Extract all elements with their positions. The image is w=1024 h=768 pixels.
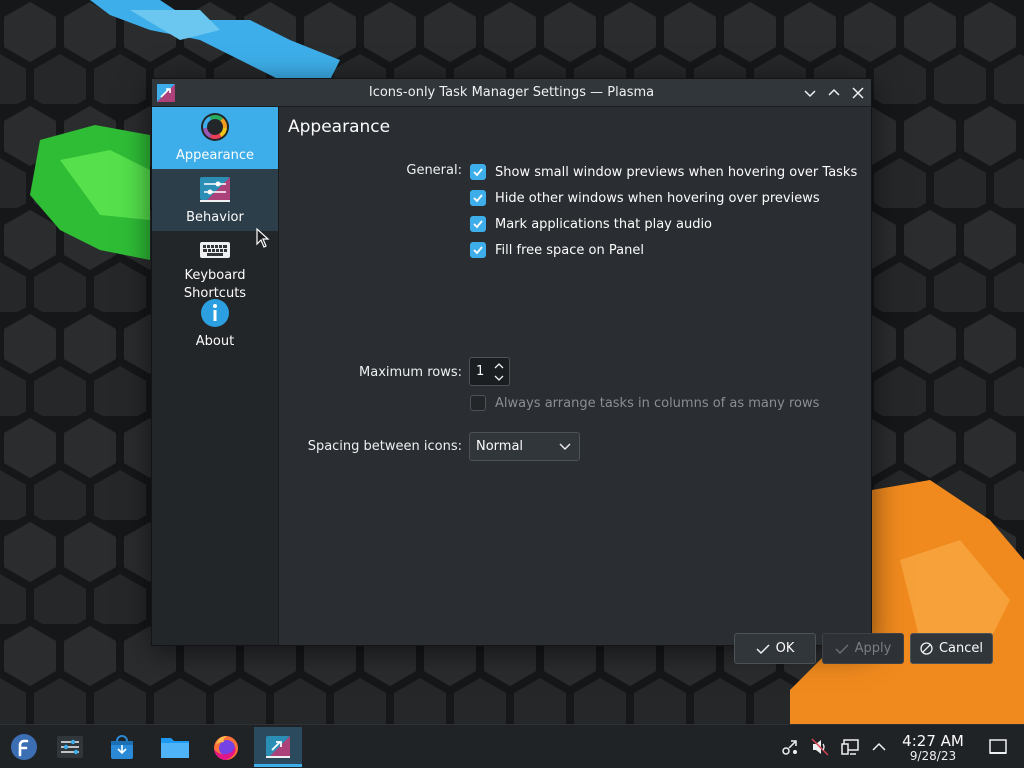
chevron-up-icon[interactable]: [869, 737, 889, 757]
maximize-button[interactable]: [825, 84, 843, 102]
option-fill-free-space[interactable]: Fill free space on Panel: [470, 241, 644, 259]
option-label: Show small window previews when hovering…: [495, 164, 858, 180]
taskbar-discover[interactable]: [98, 727, 146, 767]
apply-label: Apply: [854, 641, 892, 656]
minimize-button[interactable]: [801, 84, 819, 102]
checkbox-checked-icon[interactable]: [470, 164, 486, 180]
clock-time[interactable]: 4:27 AM: [896, 732, 970, 750]
task-manager-icon: [266, 736, 290, 758]
keyboard-icon: [200, 242, 230, 258]
application-launcher[interactable]: [0, 727, 48, 767]
option-arrange-columns[interactable]: Always arrange tasks in columns of as ma…: [470, 394, 819, 412]
show-desktop-icon[interactable]: [988, 737, 1008, 757]
option-label: Hide other windows when hovering over pr…: [495, 190, 820, 206]
max-rows-label: Maximum rows:: [359, 365, 462, 380]
cancel-button[interactable]: Cancel: [910, 633, 993, 664]
option-hide-other-windows[interactable]: Hide other windows when hovering over pr…: [470, 189, 820, 207]
appearance-icon: [201, 113, 229, 141]
settings-window: Icons-only Task Manager Settings — Plasm…: [151, 78, 993, 664]
option-show-previews[interactable]: Show small window previews when hovering…: [470, 163, 857, 181]
sidebar-item-label: Appearance: [175, 148, 255, 163]
option-mark-audio[interactable]: Mark applications that play audio: [470, 215, 712, 233]
option-label: Fill free space on Panel: [495, 242, 644, 258]
sidebar-item-about[interactable]: About: [152, 293, 278, 355]
title-bar[interactable]: Icons-only Task Manager Settings — Plasm…: [152, 79, 871, 107]
checkmark-icon: [756, 643, 770, 654]
checkmark-icon: [835, 643, 849, 654]
max-rows-spinbox[interactable]: 1: [469, 357, 510, 386]
display-icon[interactable]: [840, 737, 860, 757]
taskbar-panel: 4:27 AM 9/28/23: [0, 724, 1024, 768]
taskbar-file-manager[interactable]: [150, 727, 198, 767]
network-icon[interactable]: [780, 737, 800, 757]
mouse-pointer-icon: [256, 228, 270, 248]
page-title: Appearance: [288, 117, 391, 137]
info-icon: [201, 299, 229, 327]
spin-arrows-icon[interactable]: [493, 361, 505, 383]
firefox-icon: [214, 736, 238, 761]
fedora-logo-icon: [11, 734, 37, 760]
checkbox-unchecked-icon[interactable]: [470, 395, 486, 411]
option-label: Mark applications that play audio: [495, 216, 713, 232]
checkbox-checked-icon[interactable]: [470, 190, 486, 206]
apply-button[interactable]: Apply: [822, 633, 904, 664]
sidebar-item-label: Behavior: [186, 210, 244, 225]
spacing-label: Spacing between icons:: [307, 439, 462, 454]
cancel-label: Cancel: [938, 641, 984, 656]
sidebar-item-appearance[interactable]: Appearance: [152, 107, 278, 169]
checkbox-checked-icon[interactable]: [470, 216, 486, 232]
taskbar-system-settings[interactable]: [46, 727, 94, 767]
chevron-down-icon: [559, 443, 571, 450]
ok-button[interactable]: OK: [734, 633, 816, 664]
spacing-value: Normal: [476, 439, 524, 454]
window-title: Icons-only Task Manager Settings — Plasm…: [368, 85, 655, 100]
general-label: General:: [406, 163, 462, 178]
volume-muted-icon[interactable]: [810, 737, 830, 757]
settings-sliders-icon: [57, 736, 83, 758]
sidebar-item-behavior[interactable]: Behavior: [152, 169, 278, 231]
category-sidebar: Appearance Behavior Keyboard Shortcuts A…: [152, 107, 279, 645]
settings-content: Appearance General: Show small window pr…: [280, 107, 993, 664]
ok-label: OK: [775, 641, 795, 656]
spacing-combobox[interactable]: Normal: [469, 432, 580, 461]
max-rows-value: 1: [476, 364, 485, 379]
close-button[interactable]: [849, 84, 867, 102]
folder-icon: [161, 738, 189, 758]
discover-store-icon: [111, 735, 133, 759]
checkbox-checked-icon[interactable]: [470, 242, 486, 258]
taskbar-firefox[interactable]: [202, 727, 250, 767]
behavior-icon: [200, 177, 230, 202]
sidebar-item-label: About: [195, 334, 235, 349]
cancel-icon: [920, 642, 933, 655]
option-label: Always arrange tasks in columns of as ma…: [495, 395, 820, 411]
taskbar-task-manager-settings[interactable]: [254, 727, 302, 767]
clock-date[interactable]: 9/28/23: [896, 749, 970, 763]
